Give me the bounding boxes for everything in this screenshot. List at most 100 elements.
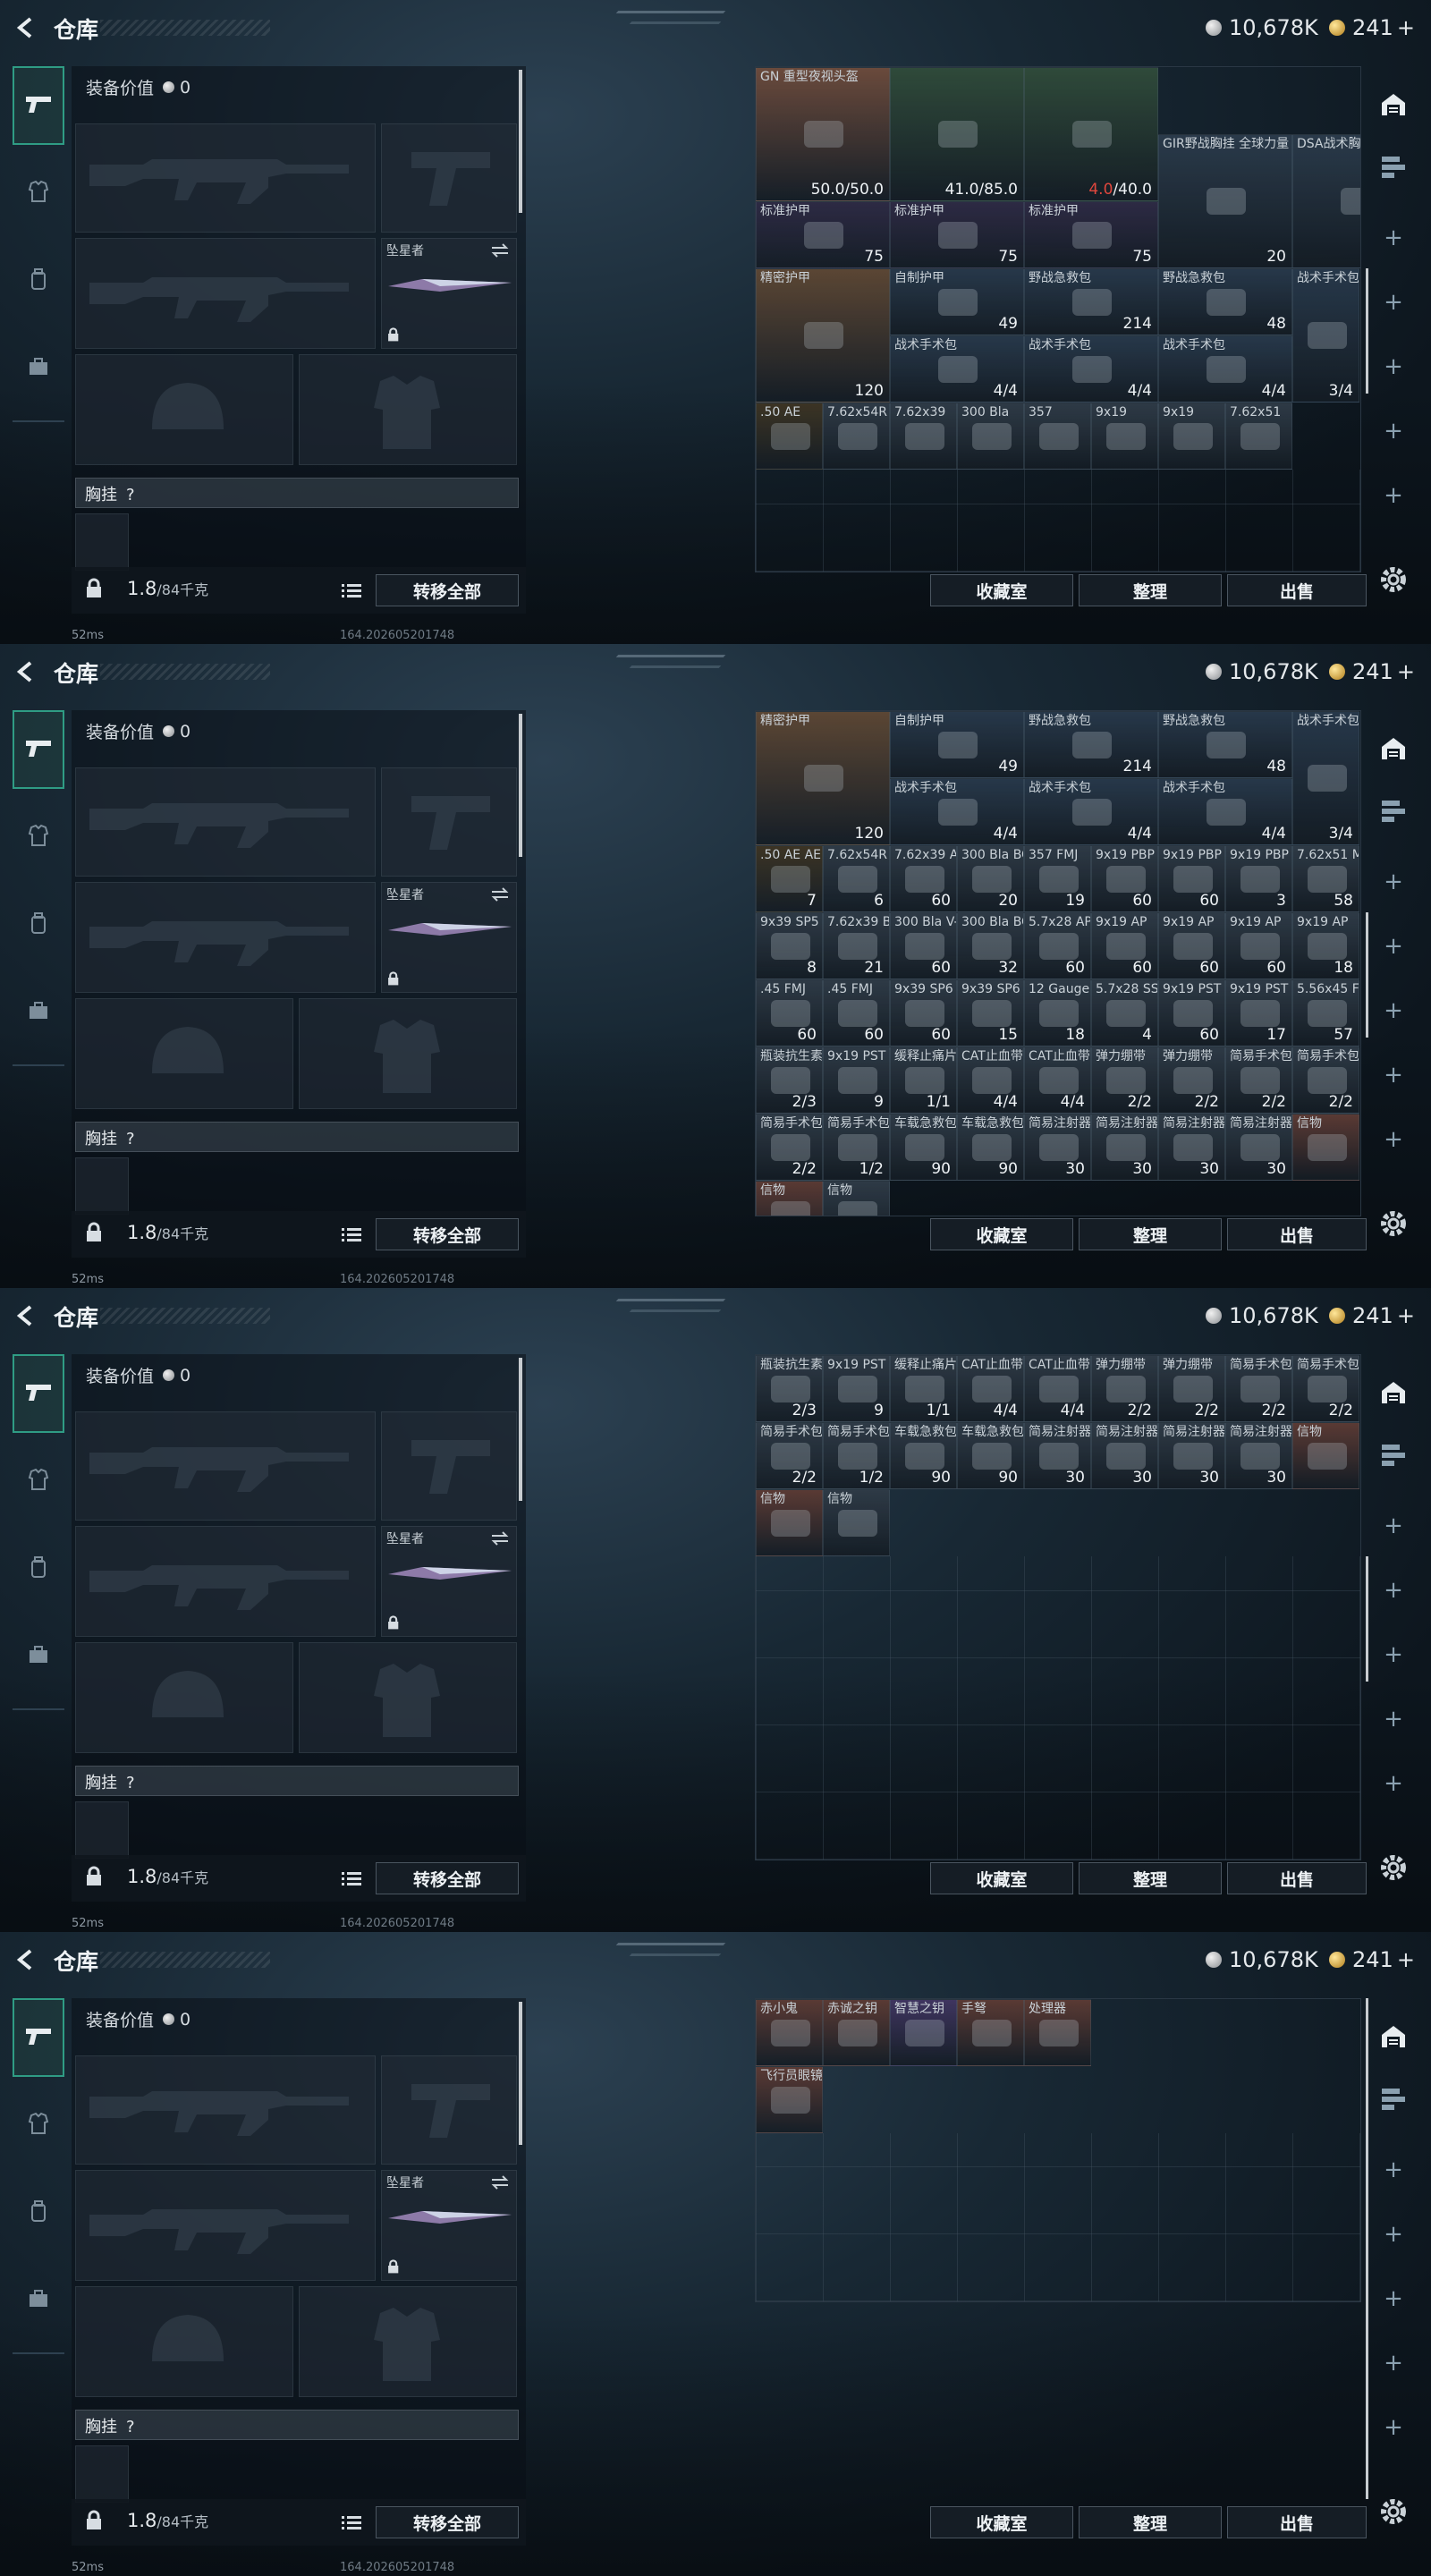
stash-item[interactable]: CAT止血带 4/4 bbox=[1024, 1046, 1091, 1114]
stash-item[interactable]: 标准护甲 75 bbox=[890, 201, 1024, 268]
armor-tab[interactable] bbox=[13, 798, 64, 877]
sell-button[interactable]: 出售 bbox=[1227, 2506, 1367, 2538]
plus-icon[interactable]: + bbox=[1368, 469, 1418, 522]
stash-item[interactable]: 弹力绷带 2/2 bbox=[1158, 1046, 1225, 1114]
pistol-tab[interactable] bbox=[13, 1354, 64, 1433]
plus-icon[interactable]: + bbox=[1368, 2207, 1418, 2261]
stash-item[interactable]: 信物 bbox=[756, 1181, 823, 1216]
stash-item[interactable]: 简易手术包 2/2 bbox=[1225, 1046, 1292, 1114]
stash-item[interactable]: 缓释止痛片 1/1 bbox=[890, 1046, 957, 1114]
stash-item[interactable]: 9x19 bbox=[1091, 402, 1158, 470]
stash-item[interactable]: 精密护甲 120 bbox=[756, 711, 890, 845]
swap-icon[interactable] bbox=[490, 1531, 510, 1549]
stash-item[interactable]: 赤诚之钥 bbox=[823, 1999, 890, 2066]
stash-item[interactable]: 精密护甲 120 bbox=[756, 268, 890, 402]
stash-item[interactable]: 简易注射器 30 bbox=[1225, 1114, 1292, 1181]
stash-item[interactable]: 标准护甲 75 bbox=[1024, 201, 1158, 268]
stash-item[interactable]: 9x19 PST 9 bbox=[823, 1355, 890, 1422]
stash-item[interactable]: 9x19 AP 60 bbox=[1158, 912, 1225, 979]
stash-item[interactable]: 300 Bla BCP FM 20 bbox=[957, 845, 1024, 912]
stash-item[interactable]: 弹力绷带 2/2 bbox=[1091, 1046, 1158, 1114]
stash-item[interactable]: 简易手术包 2/2 bbox=[1292, 1046, 1359, 1114]
stash-item[interactable]: CAT止血带 4/4 bbox=[957, 1046, 1024, 1114]
gold-plus[interactable]: + bbox=[1397, 15, 1415, 40]
lock-icon[interactable] bbox=[84, 1222, 104, 1247]
stash-item[interactable]: 9x19 AP 18 bbox=[1292, 912, 1359, 979]
organize-button[interactable]: 整理 bbox=[1079, 574, 1222, 606]
plus-icon[interactable]: + bbox=[1368, 1499, 1418, 1553]
stash-item[interactable]: 简易手术包 1/2 bbox=[823, 1114, 890, 1181]
stash-item[interactable]: 简易注射器 30 bbox=[1091, 1422, 1158, 1489]
chest-rig-header[interactable]: 胸挂? bbox=[75, 1766, 519, 1796]
plus-icon[interactable]: + bbox=[1368, 1563, 1418, 1617]
stash-item[interactable]: 战术手术包 4/4 bbox=[890, 778, 1024, 845]
list-icon[interactable] bbox=[342, 1227, 361, 1247]
stash-item[interactable]: 信物 bbox=[823, 1181, 890, 1216]
stash-item[interactable]: 9x19 PST 60 bbox=[1158, 979, 1225, 1046]
stash-item[interactable]: 9x19 PST 17 bbox=[1225, 979, 1292, 1046]
stash-item[interactable]: 野战急救包 48 bbox=[1158, 711, 1292, 778]
organize-button[interactable]: 整理 bbox=[1079, 2506, 1222, 2538]
swap-icon[interactable] bbox=[490, 2175, 510, 2193]
stash-item[interactable]: 5.7x28 SS190 4 bbox=[1091, 979, 1158, 1046]
stash-item[interactable]: 7.62x51 bbox=[1225, 402, 1292, 470]
plus-icon[interactable]: + bbox=[1368, 1757, 1418, 1810]
stash-item[interactable]: .45 FMJ 60 bbox=[756, 979, 823, 1046]
plus-icon[interactable]: + bbox=[1368, 1113, 1418, 1166]
stash-item[interactable]: 7.62x39 bbox=[890, 402, 957, 470]
stash-item[interactable]: 12 Gauge G 18 bbox=[1024, 979, 1091, 1046]
gold-balance[interactable]: 241 + bbox=[1329, 658, 1415, 685]
armor-tab[interactable] bbox=[13, 1442, 64, 1521]
stash-item[interactable]: 300 Bla V-Max 60 bbox=[890, 912, 957, 979]
stash-item[interactable]: 车载急救包 90 bbox=[890, 1114, 957, 1181]
plus-icon[interactable]: + bbox=[1368, 404, 1418, 458]
stash-item[interactable]: 5.7x28 AP 60 bbox=[1024, 912, 1091, 979]
stash-item[interactable]: 9x19 PBP 60 bbox=[1091, 845, 1158, 912]
plus-icon[interactable]: + bbox=[1368, 2336, 1418, 2390]
stash-item[interactable]: 智慧之钥 bbox=[890, 1999, 957, 2066]
stash-item[interactable]: 战术手术包 3/4 bbox=[1292, 268, 1359, 402]
stash-item[interactable]: 9x19 PBP 3 bbox=[1225, 845, 1292, 912]
chest-rig-header[interactable]: 胸挂? bbox=[75, 478, 519, 508]
backpack-tab[interactable] bbox=[13, 242, 64, 320]
equip-scrollbar[interactable] bbox=[519, 70, 522, 213]
plus-icon[interactable]: + bbox=[1368, 1628, 1418, 1682]
plus-icon[interactable]: + bbox=[1368, 1048, 1418, 1102]
sell-button[interactable]: 出售 bbox=[1227, 574, 1367, 606]
stash-item[interactable]: 9x19 AP 60 bbox=[1225, 912, 1292, 979]
sell-button[interactable]: 出售 bbox=[1227, 1218, 1367, 1250]
stash-item[interactable]: CAT止血带 4/4 bbox=[1024, 1355, 1091, 1422]
stash-item[interactable]: 瓶装抗生素 2/3 bbox=[756, 1046, 823, 1114]
equip-scrollbar[interactable] bbox=[519, 1358, 522, 1501]
lock-icon[interactable] bbox=[84, 578, 104, 603]
stash-item[interactable]: 信物 bbox=[1292, 1422, 1359, 1489]
stash-item[interactable]: 9x39 SP5 8 bbox=[756, 912, 823, 979]
stash-item[interactable]: 车载急救包 90 bbox=[957, 1422, 1024, 1489]
warehouse-tab[interactable] bbox=[1368, 1368, 1418, 1422]
stash-item[interactable]: 标准护甲 75 bbox=[756, 201, 890, 268]
backpack-tab[interactable] bbox=[13, 2174, 64, 2252]
stash-item[interactable]: 信物 bbox=[1292, 1114, 1359, 1181]
chest-rig-help[interactable]: ? bbox=[126, 2418, 135, 2436]
stash-item[interactable]: DSA战术胸挂 三角洲12 bbox=[1292, 134, 1360, 268]
stash-item[interactable]: 战术手术包 3/4 bbox=[1292, 711, 1359, 845]
stash-item[interactable]: CAT止血带 4/4 bbox=[957, 1355, 1024, 1422]
stash-item[interactable]: 4.0/40.0 bbox=[1024, 67, 1158, 201]
armor-tab[interactable] bbox=[13, 154, 64, 233]
briefcase-tab[interactable] bbox=[13, 1617, 64, 1696]
pistol-tab[interactable] bbox=[13, 1998, 64, 2077]
gold-balance[interactable]: 241 + bbox=[1329, 14, 1415, 41]
plus-icon[interactable]: + bbox=[1368, 2143, 1418, 2197]
warehouse-tab[interactable] bbox=[1368, 2012, 1418, 2066]
stash-item[interactable]: 自制护甲 49 bbox=[890, 268, 1024, 335]
chest-rig-help[interactable]: ? bbox=[126, 1774, 135, 1792]
stash-item[interactable]: 飞行员眼镜 bbox=[756, 2066, 823, 2133]
chest-rig-help[interactable]: ? bbox=[126, 486, 135, 504]
collection-tab[interactable] bbox=[1368, 787, 1418, 841]
stash-item[interactable]: 7.62x39 BP 21 bbox=[823, 912, 890, 979]
swap-icon[interactable] bbox=[490, 887, 510, 905]
stash-item[interactable]: 357 bbox=[1024, 402, 1091, 470]
armor-tab[interactable] bbox=[13, 2086, 64, 2165]
stash-item[interactable]: 9x19 PST 9 bbox=[823, 1046, 890, 1114]
plus-icon[interactable]: + bbox=[1368, 1692, 1418, 1746]
